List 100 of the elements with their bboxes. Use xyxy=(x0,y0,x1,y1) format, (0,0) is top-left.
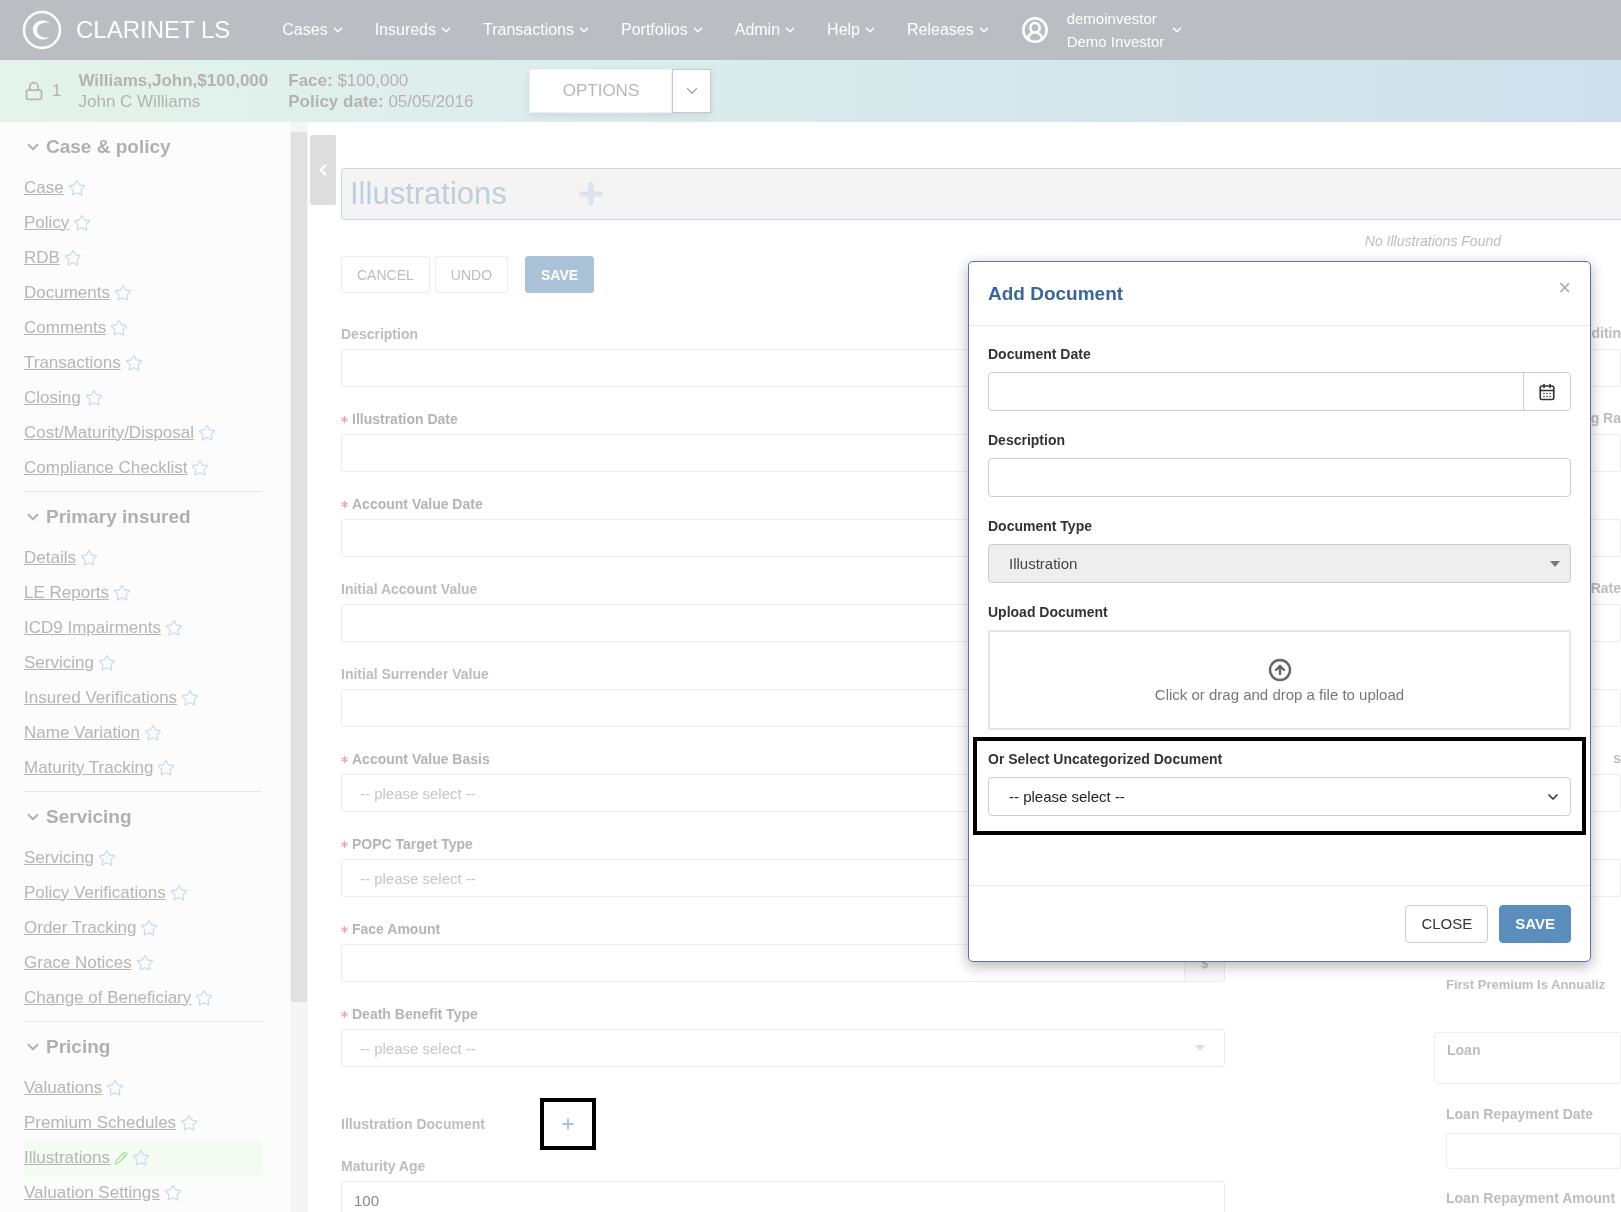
sidebar-link[interactable]: Grace Notices xyxy=(24,952,132,973)
nav-menu-item[interactable]: Cases xyxy=(282,21,345,39)
scrollbar[interactable] xyxy=(290,122,308,1212)
action-button[interactable]: CANCEL xyxy=(341,256,430,293)
sidebar-link[interactable]: Policy xyxy=(24,212,70,233)
nav-menu-item[interactable]: Releases xyxy=(907,21,991,39)
sidebar-link[interactable]: Compliance Checklist xyxy=(24,457,188,478)
star-icon[interactable] xyxy=(97,848,116,867)
sidebar-link[interactable]: RDB xyxy=(24,247,60,268)
dialog-title: Add Document xyxy=(988,282,1124,305)
field-label: Illustration Document xyxy=(341,1115,485,1132)
sidebar-section-header[interactable]: Case & policy xyxy=(24,130,171,164)
star-icon[interactable] xyxy=(110,318,129,337)
field-label: Loan Repayment Amount xyxy=(1446,1190,1616,1206)
field-label: Death Benefit Type xyxy=(352,1006,478,1022)
dialog-button[interactable]: SAVE xyxy=(1499,904,1571,943)
field-label: Upload Document xyxy=(988,604,1109,622)
star-icon[interactable] xyxy=(113,583,132,602)
lock-icon xyxy=(24,81,44,101)
star-icon[interactable] xyxy=(169,883,188,902)
sidebar-link[interactable]: Change of Beneficiary xyxy=(24,987,192,1008)
upload-dropzone[interactable]: Click or drag and drop a file to upload xyxy=(988,630,1571,730)
sidebar-link[interactable]: Transactions xyxy=(24,352,121,373)
star-icon[interactable] xyxy=(157,758,176,777)
field-label: Document Type xyxy=(988,518,1093,536)
field-label: Maturity Age xyxy=(341,1158,426,1174)
required-icon xyxy=(341,415,348,423)
add-button[interactable] xyxy=(539,1097,596,1150)
sidebar-link[interactable]: Order Tracking xyxy=(24,917,137,938)
field-label: g Ra xyxy=(1590,410,1621,426)
case-count: 1 xyxy=(52,81,62,101)
select-field[interactable]: -- please select -- xyxy=(341,1029,1225,1067)
star-icon[interactable] xyxy=(84,388,103,407)
sidebar-section-header[interactable]: Pricing xyxy=(24,1030,111,1064)
required-icon xyxy=(341,1010,348,1018)
star-icon[interactable] xyxy=(143,723,162,742)
collapse-sidebar-button[interactable] xyxy=(310,135,336,205)
sidebar-link[interactable]: Closing xyxy=(24,387,81,408)
star-icon[interactable] xyxy=(132,1148,150,1167)
text-field[interactable]: 100 xyxy=(341,1181,1225,1212)
sidebar-link[interactable]: Servicing xyxy=(24,847,94,868)
nav-menu-item[interactable]: Insureds xyxy=(374,21,453,39)
sidebar-link[interactable]: ICD9 Impairments xyxy=(24,617,161,638)
star-icon[interactable] xyxy=(163,1183,182,1202)
sidebar-link[interactable]: Name Variation xyxy=(24,722,140,743)
star-icon[interactable] xyxy=(180,1113,199,1132)
star-icon[interactable] xyxy=(73,213,92,232)
field-label: Illustration Date xyxy=(352,411,458,427)
dropdown-arrow-icon xyxy=(1549,559,1561,568)
action-button[interactable]: SAVE xyxy=(525,256,595,293)
nav-menu-item[interactable]: Admin xyxy=(734,21,798,39)
sidebar-link[interactable]: Documents xyxy=(24,282,110,303)
nav-menu-item[interactable]: Transactions xyxy=(483,21,591,39)
username: demoinvestor xyxy=(1066,9,1158,29)
star-icon[interactable] xyxy=(195,988,214,1007)
text-field[interactable] xyxy=(988,458,1571,497)
star-icon[interactable] xyxy=(114,283,132,302)
star-icon[interactable] xyxy=(106,1078,125,1097)
sidebar-link[interactable]: Insured Verifications xyxy=(24,687,178,708)
star-icon[interactable] xyxy=(165,618,183,637)
star-icon[interactable] xyxy=(79,548,98,567)
sidebar-link[interactable]: Case xyxy=(24,177,64,198)
close-button[interactable]: × xyxy=(1558,274,1571,301)
star-icon[interactable] xyxy=(124,353,143,372)
field-label: Or Select Uncategorized Document xyxy=(988,751,1224,769)
field-label: Initial Surrender Value xyxy=(341,666,489,682)
loan-field[interactable]: Loan xyxy=(1434,1032,1621,1084)
star-icon[interactable] xyxy=(97,653,116,672)
star-icon[interactable] xyxy=(140,918,159,937)
select-field[interactable]: -- please select -- xyxy=(988,777,1571,816)
sidebar-section-header[interactable]: Servicing xyxy=(24,800,132,834)
star-icon[interactable] xyxy=(67,178,86,197)
nav-menu-item[interactable]: Help xyxy=(827,21,877,39)
options-caret-button[interactable] xyxy=(672,69,712,113)
sidebar-link[interactable]: LE Reports xyxy=(24,582,110,603)
policy-date: Policy date: 05/05/2016 xyxy=(288,91,474,112)
sidebar-link[interactable]: Servicing xyxy=(24,652,94,673)
sidebar-link[interactable]: Details xyxy=(24,547,76,568)
sidebar-link[interactable]: Valuations xyxy=(24,1077,103,1098)
required-icon xyxy=(341,500,348,508)
sidebar-section-header[interactable]: Primary insured xyxy=(24,500,191,534)
sidebar-link[interactable]: Policy Verifications xyxy=(24,882,166,903)
action-button[interactable]: UNDO xyxy=(434,256,509,293)
star-icon[interactable] xyxy=(191,458,210,477)
required-icon xyxy=(341,840,348,848)
nav-menu-item[interactable]: Portfolios xyxy=(621,21,705,39)
sidebar-link[interactable]: Premium Schedules xyxy=(24,1112,177,1133)
star-icon[interactable] xyxy=(63,248,82,267)
pencil-icon xyxy=(114,1150,128,1165)
user-full-name: Demo Investor xyxy=(1066,32,1165,52)
star-icon[interactable] xyxy=(135,953,154,972)
options-button[interactable]: OPTIONS xyxy=(529,69,673,113)
star-icon[interactable] xyxy=(181,688,200,707)
star-icon[interactable] xyxy=(198,423,217,442)
sidebar-link[interactable]: Cost/Maturity/Disposal xyxy=(24,422,195,443)
sidebar-link[interactable]: Valuation Settings xyxy=(24,1182,160,1203)
sidebar-link[interactable]: Maturity Tracking xyxy=(24,757,154,778)
dialog-button[interactable]: CLOSE xyxy=(1405,904,1489,943)
field-label: First Premium Is Annualiz xyxy=(1446,977,1606,992)
sidebar-link[interactable]: Comments xyxy=(24,317,107,338)
